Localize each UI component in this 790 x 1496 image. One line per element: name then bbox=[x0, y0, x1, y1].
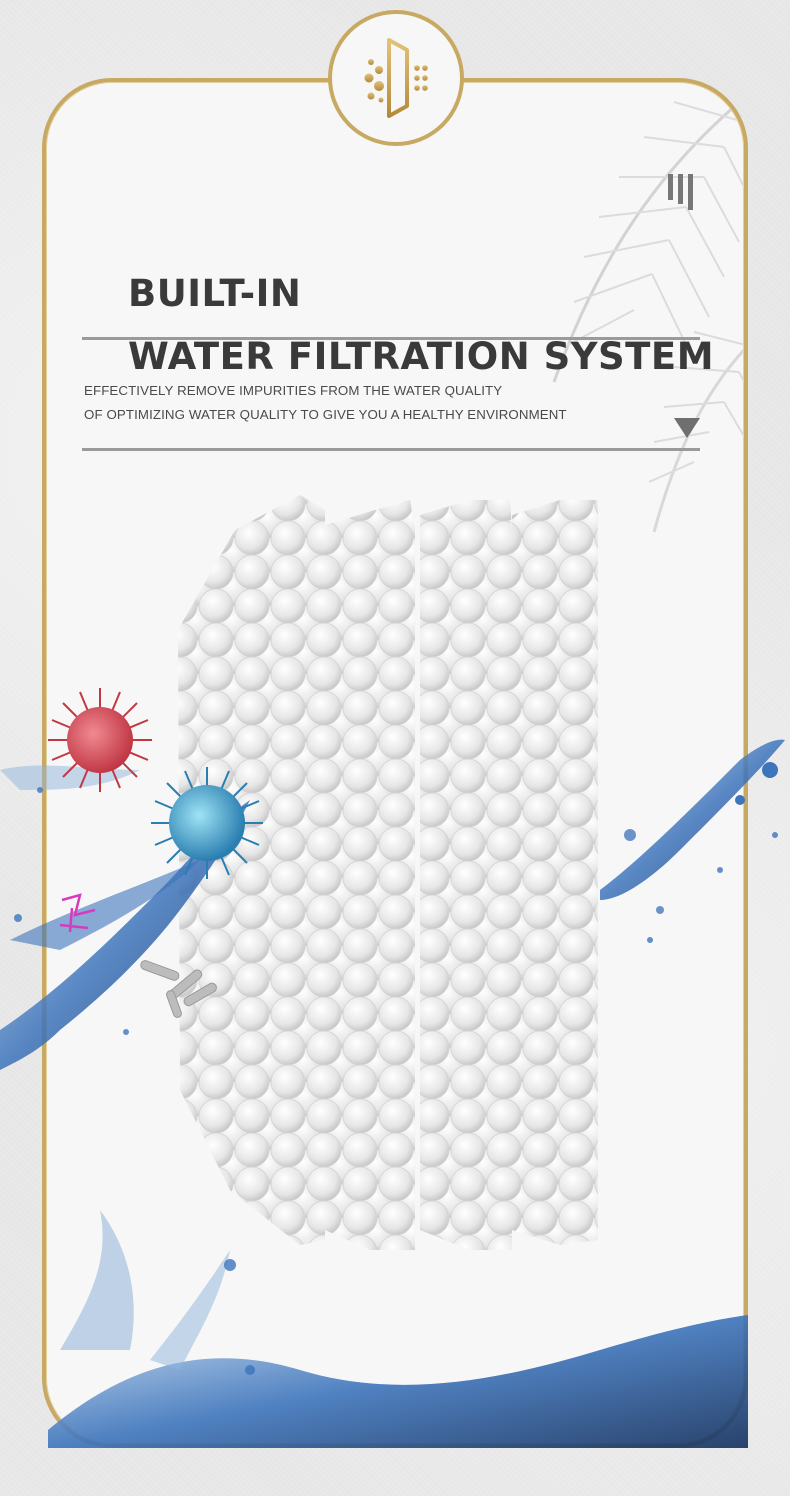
description-line-2: OF OPTIMIZING WATER QUALITY TO GIVE YOU … bbox=[84, 407, 567, 422]
divider-bottom bbox=[82, 448, 700, 451]
triangle-down-icon bbox=[674, 418, 700, 438]
divider-top bbox=[82, 337, 700, 340]
roman-numeral-icon bbox=[668, 174, 702, 210]
title-line-1: BUILT-IN bbox=[128, 272, 302, 315]
title-line-2: WATER FILTRATION SYSTEM bbox=[128, 335, 715, 378]
filtration-illustration bbox=[0, 495, 785, 1448]
description-line-1: EFFECTIVELY REMOVE IMPURITIES FROM THE W… bbox=[84, 383, 503, 398]
filter-dots-icon bbox=[364, 38, 428, 118]
filter-beads-icon bbox=[178, 495, 598, 1250]
filter-badge bbox=[328, 10, 464, 146]
